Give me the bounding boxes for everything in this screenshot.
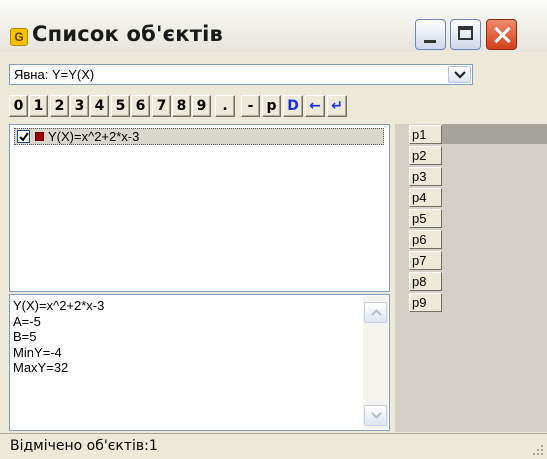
title-bar[interactable]: G Список об'єктів [0, 0, 547, 52]
info-text: Y(X)=x^2+2*x-3 A=-5 B=5 MinY=-4 MaxY=32 [13, 298, 104, 376]
key-9-button[interactable]: 9 [192, 95, 211, 117]
key-3-button[interactable]: 3 [70, 95, 89, 117]
key-4-button[interactable]: 4 [90, 95, 109, 117]
chevron-down-icon [371, 412, 382, 419]
object-list-window: G Список об'єктів Явна: Y=Y(X) 0 1 2 3 4… [0, 0, 547, 459]
info-scrollbar[interactable] [363, 296, 388, 429]
chevron-up-icon [371, 309, 382, 316]
scroll-up-button[interactable] [364, 302, 387, 323]
param-p1-button[interactable]: p1 [409, 125, 442, 144]
param-p5-button[interactable]: p5 [409, 209, 442, 228]
parameters-header [442, 124, 547, 144]
param-p3-button[interactable]: p3 [409, 167, 442, 186]
app-icon: G [10, 28, 28, 46]
decimal-point-button[interactable]: . [215, 95, 235, 117]
param-p8-button[interactable]: p8 [409, 272, 442, 291]
check-icon [19, 132, 29, 142]
function-type-value: Явна: Y=Y(X) [14, 67, 95, 82]
window-title: Список об'єктів [32, 22, 223, 46]
info-line-miny: MinY=-4 [13, 344, 62, 360]
key-1-button[interactable]: 1 [29, 95, 48, 117]
param-p6-button[interactable]: p6 [409, 230, 442, 249]
list-item[interactable]: Y(X)=x^2+2*x-3 [14, 128, 384, 145]
key-6-button[interactable]: 6 [131, 95, 150, 117]
key-2-button[interactable]: 2 [50, 95, 69, 117]
info-line-a: A=-5 [13, 313, 41, 329]
param-p-button[interactable]: p [262, 95, 281, 117]
backspace-arrow-icon[interactable]: ← [305, 95, 325, 117]
param-p9-button[interactable]: p9 [409, 293, 442, 312]
color-swatch [35, 132, 44, 141]
info-line-formula: Y(X)=x^2+2*x-3 [13, 298, 105, 313]
minus-button[interactable]: - [241, 95, 260, 117]
param-p4-button[interactable]: p4 [409, 188, 442, 207]
object-info-box[interactable]: Y(X)=x^2+2*x-3 A=-5 B=5 MinY=-4 MaxY=32 [9, 294, 390, 431]
delete-button[interactable]: D [283, 95, 303, 117]
close-button[interactable] [486, 19, 517, 50]
object-label: Y(X)=x^2+2*x-3 [48, 129, 140, 144]
enter-arrow-icon[interactable]: ↵ [327, 95, 347, 117]
key-0-button[interactable]: 0 [9, 95, 28, 117]
function-type-dropdown[interactable]: Явна: Y=Y(X) [9, 64, 473, 85]
parameters-panel: p1 p2 p3 p4 p5 p6 p7 p8 p9 [395, 124, 547, 432]
key-8-button[interactable]: 8 [172, 95, 191, 117]
object-list[interactable]: Y(X)=x^2+2*x-3 [9, 124, 390, 292]
scroll-down-button[interactable] [364, 405, 387, 426]
resize-grip-icon[interactable] [532, 444, 544, 456]
param-p2-button[interactable]: p2 [409, 146, 442, 165]
maximize-button[interactable] [450, 19, 481, 50]
info-line-b: B=5 [13, 329, 37, 344]
status-bar: Відмічено об'єктів:1 [0, 433, 547, 459]
selected-count-text: Відмічено об'єктів:1 [10, 438, 158, 454]
key-5-button[interactable]: 5 [111, 95, 130, 117]
object-visible-checkbox[interactable] [17, 130, 30, 143]
info-line-maxy: MaxY=32 [13, 360, 69, 375]
dropdown-button[interactable] [448, 66, 471, 83]
param-p7-button[interactable]: p7 [409, 251, 442, 270]
chevron-down-icon [454, 71, 466, 79]
minimize-button[interactable] [415, 19, 446, 50]
key-7-button[interactable]: 7 [152, 95, 171, 117]
